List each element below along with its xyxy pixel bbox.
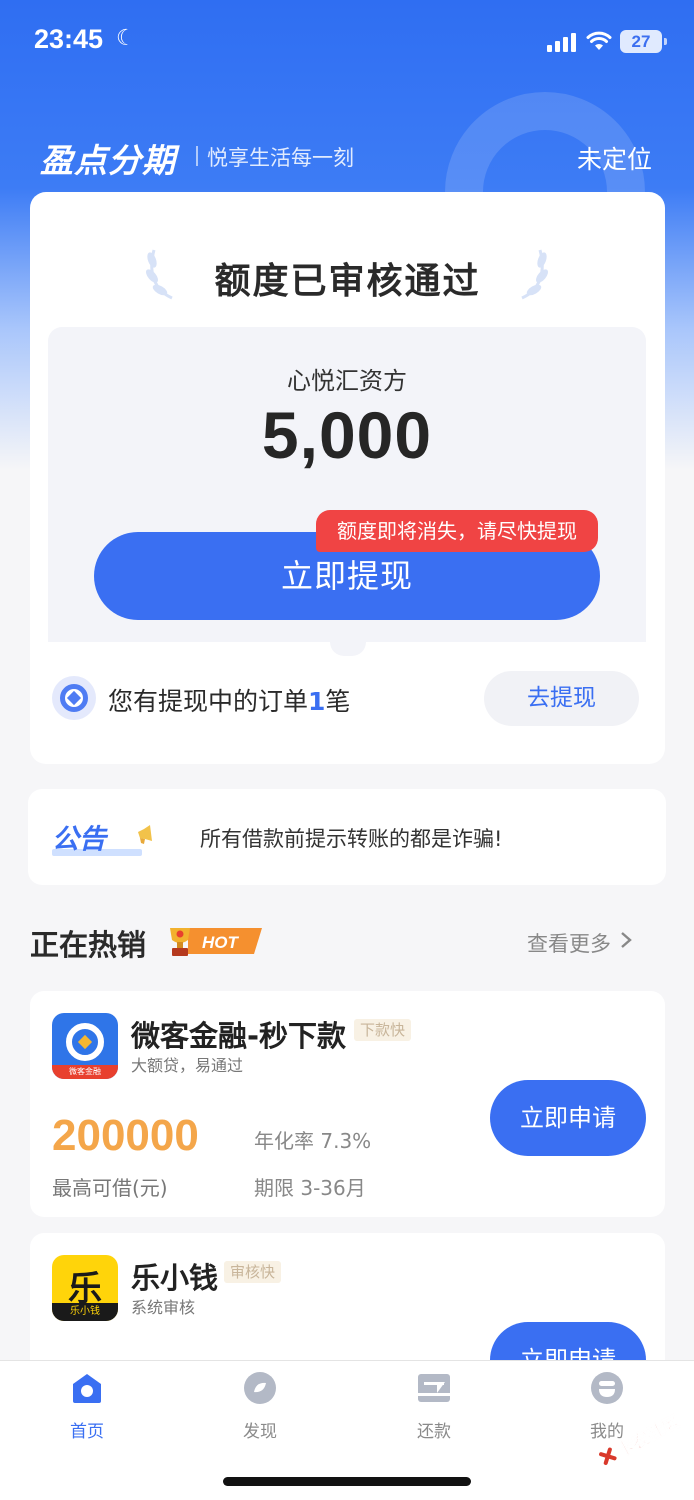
apply-button[interactable]: 立即申请 [490, 1080, 646, 1156]
wifi-icon [586, 31, 612, 50]
order-count: 1 [308, 687, 326, 716]
watermark-text: 卡农社区 [613, 1411, 683, 1461]
discover-icon [244, 1372, 276, 1404]
hot-section-title: 正在热销 [30, 928, 147, 962]
product-tag: 下款快 [354, 1019, 412, 1041]
tab-label: 发现 [243, 1422, 277, 1442]
weike-logo: 微客金融 [52, 1013, 118, 1079]
notice-text: 所有借款前提示转账的都是诈骗! [200, 827, 503, 851]
home-indicator [223, 1477, 471, 1486]
brand-logo: 盈点分期 [40, 141, 176, 180]
chevron-right-icon[interactable] [619, 931, 633, 949]
product-subtitle: 系统审核 [131, 1298, 196, 1317]
status-bar: 23:45 ☾ 27 [0, 0, 694, 84]
location-button[interactable]: 未定位 [577, 140, 652, 176]
lexiaoqian-logo: 乐 乐小钱 [52, 1255, 118, 1321]
home-icon [73, 1374, 101, 1403]
notice-bar[interactable]: 公告 所有借款前提示转账的都是诈骗! [28, 789, 666, 885]
logo-text: 乐小钱 [52, 1303, 118, 1321]
brand-divider [196, 146, 198, 166]
order-prefix: 您有提现中的订单 [108, 687, 309, 716]
expiry-warning-badge: 额度即将消失，请尽快提现 [316, 510, 598, 552]
signal-icon [547, 32, 579, 52]
kanong-watermark: 卡农社区 [599, 1411, 683, 1466]
view-more-link[interactable]: 查看更多 [527, 928, 611, 958]
go-withdraw-button[interactable]: 去提现 [484, 671, 639, 726]
tab-home[interactable]: 首页 [27, 1371, 147, 1442]
brand-slogan: 悦享生活每一刻 [207, 146, 354, 170]
order-suffix: 笔 [325, 687, 351, 716]
moon-icon: ☾ [116, 26, 136, 51]
repay-icon [418, 1374, 450, 1402]
loan-term: 期限 3-36月 [254, 1176, 366, 1200]
max-loan-amount: 200000 [52, 1111, 199, 1160]
product-subtitle: 大额贷，易通过 [131, 1056, 244, 1075]
product-card[interactable]: 微客金融 微客金融-秒下款 下款快 大额贷，易通过 200000 最高可借(元)… [30, 991, 665, 1217]
hot-trophy-badge: HOT [170, 928, 262, 956]
approval-title: 额度已审核通过 [214, 261, 481, 302]
tab-label: 还款 [417, 1422, 451, 1442]
speaker-icon [138, 825, 152, 844]
battery-icon: 27 [620, 30, 667, 53]
order-icon [52, 676, 96, 720]
pending-order-text: 您有提现中的订单1笔 [108, 682, 350, 718]
max-loan-label: 最高可借(元) [52, 1176, 168, 1200]
laurel-right-icon [521, 249, 548, 300]
tab-discover[interactable]: 发现 [200, 1371, 320, 1442]
hot-badge-text: HOT [202, 933, 240, 952]
product-tag: 审核快 [224, 1261, 282, 1283]
credit-amount: 5,000 [261, 398, 433, 472]
tab-repay[interactable]: 还款 [374, 1371, 494, 1442]
credit-amount-panel: 心悦汇资方 5,000 立即提现 [48, 327, 646, 642]
status-time: 23:45 [34, 24, 104, 54]
credit-card: 额度已审核通过 心悦汇资方 5,000 立即提现 额度即将消失，请尽快提现 您有… [30, 192, 665, 764]
panel-notch [330, 642, 366, 656]
tab-label: 首页 [70, 1422, 104, 1442]
funder-name: 心悦汇资方 [287, 367, 407, 395]
logo-text: 微客金融 [52, 1065, 118, 1079]
profile-icon [591, 1372, 623, 1404]
notice-badge: 公告 [52, 824, 106, 855]
annual-rate: 年化率 7.3% [254, 1129, 372, 1153]
product-name: 乐小钱 [131, 1261, 219, 1295]
product-name: 微客金融-秒下款 [131, 1019, 347, 1053]
